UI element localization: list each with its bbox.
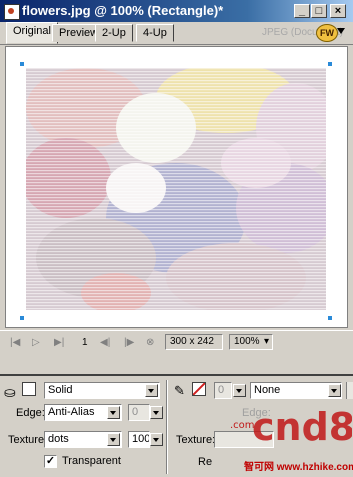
texture-amount-input[interactable]: 100 — [128, 431, 150, 448]
fill-color-swatch[interactable] — [22, 382, 36, 396]
stroke-type-value: None — [254, 384, 281, 396]
texture-label: Texture: — [8, 434, 48, 446]
first-frame-icon[interactable]: |◀ — [10, 337, 20, 348]
transparent-checkbox[interactable]: ✓ — [44, 455, 57, 468]
zoom-value: 100% — [234, 336, 260, 347]
watermark-text: 智可网 www.hzhike.com — [244, 462, 353, 473]
transparent-label: Transparent — [62, 455, 121, 467]
edge-feather-slider-button[interactable] — [150, 406, 163, 419]
stop-icon[interactable]: ⊗ — [146, 337, 154, 348]
next-frame-icon[interactable]: |▶ — [124, 337, 134, 348]
chevron-down-icon[interactable] — [107, 406, 120, 419]
edge-label: Edge: — [16, 407, 45, 419]
chevron-down-icon[interactable] — [337, 28, 345, 34]
fill-type-value: Solid — [48, 384, 73, 396]
frame-number: 1 — [82, 337, 88, 348]
selection-handle-bottom-left[interactable] — [20, 316, 24, 320]
edge-value: Anti-Alias — [48, 406, 95, 418]
paint-bucket-icon: ⛀ — [4, 384, 16, 400]
image-size-readout: 300 x 242 — [165, 334, 223, 350]
stroke-size-input[interactable]: 0 — [214, 382, 232, 399]
tab-2up[interactable]: 2-Up — [95, 24, 133, 42]
fireworks-logo-icon[interactable]: FW — [316, 24, 338, 42]
previous-frame-icon[interactable]: ◀| — [100, 337, 110, 348]
stroke-color-swatch[interactable] — [192, 382, 206, 396]
watermark-com: .com — [230, 420, 255, 431]
selection-handle-top-left[interactable] — [20, 62, 24, 66]
zoom-select[interactable]: 100% ▾ — [229, 334, 273, 350]
edge-feather-input[interactable]: 0 — [128, 404, 150, 421]
stroke-texture-label: Texture: — [176, 434, 216, 446]
watermark-logo: cnd8 — [252, 405, 352, 449]
chevron-down-icon[interactable] — [328, 384, 341, 397]
fill-type-select[interactable]: Solid — [44, 382, 160, 399]
window-title: flowers.jpg @ 100% (Rectangle)* — [22, 3, 224, 18]
minimize-button[interactable]: _ — [294, 4, 310, 18]
texture-value: dots — [48, 433, 69, 445]
selection-handle-top-right[interactable] — [328, 62, 332, 66]
close-button[interactable]: × — [330, 4, 346, 18]
maximize-button[interactable]: □ — [311, 4, 327, 18]
stroke-bottom-label: Re — [198, 456, 213, 468]
selection-handle-bottom-right[interactable] — [328, 316, 332, 320]
tab-original[interactable]: Original — [6, 22, 58, 44]
pencil-icon: ✎ — [174, 383, 185, 398]
collapse-panel-button[interactable] — [346, 382, 353, 399]
flowers-image[interactable] — [26, 68, 326, 310]
play-icon[interactable]: ▷ — [32, 337, 40, 348]
document-icon[interactable] — [4, 4, 20, 20]
texture-amount-slider-button[interactable] — [150, 433, 163, 446]
chevron-down-icon: ▾ — [263, 336, 269, 347]
inspector-divider — [166, 380, 168, 474]
last-frame-icon[interactable]: ▶| — [54, 337, 64, 348]
tab-4up[interactable]: 4-Up — [136, 24, 174, 42]
chevron-down-icon[interactable] — [107, 433, 120, 446]
stroke-size-slider-button[interactable] — [233, 384, 246, 397]
chevron-down-icon[interactable] — [145, 384, 158, 397]
